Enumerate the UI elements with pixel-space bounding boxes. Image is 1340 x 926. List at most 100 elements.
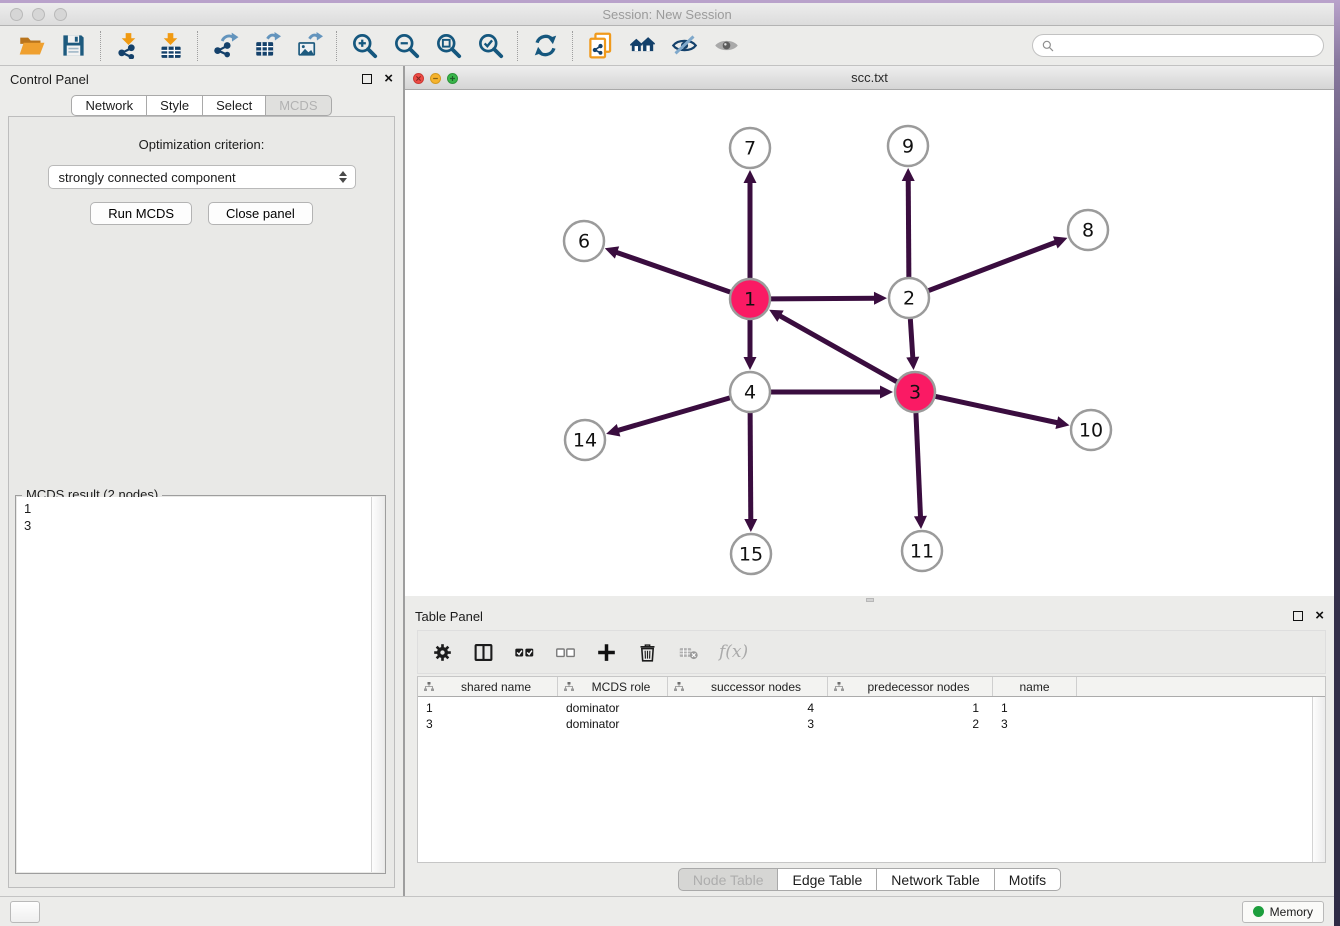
graph-node-14[interactable]: 14 — [565, 420, 605, 460]
tab-mcds[interactable]: MCDS — [265, 95, 331, 116]
float-panel-icon[interactable] — [362, 74, 372, 84]
column-header-mcds-role[interactable]: MCDS role — [558, 677, 668, 696]
show-hidden-button[interactable] — [705, 29, 747, 63]
network-overview-button[interactable] — [621, 29, 663, 63]
import-network-icon — [115, 32, 142, 59]
graph-edge-4-3[interactable] — [771, 386, 893, 399]
tab-network[interactable]: Network — [71, 95, 147, 116]
table-cell-predecessor-nodes: 1 — [828, 700, 993, 716]
close-panel-button[interactable]: Close panel — [208, 202, 313, 225]
column-header-name[interactable]: name — [993, 677, 1077, 696]
mcds-result-text: 13 — [17, 497, 384, 537]
control-panel-tabs: NetworkStyleSelectMCDS — [71, 95, 331, 116]
network-close-button[interactable] — [413, 73, 424, 84]
column-label: MCDS role — [575, 680, 667, 694]
graph-edge-1-6[interactable] — [605, 246, 730, 292]
tree-icon — [833, 681, 845, 693]
window-minimize-button[interactable] — [32, 8, 45, 21]
delete-column-button[interactable] — [637, 642, 658, 663]
close-panel-icon[interactable]: × — [384, 74, 393, 84]
duplicate-network-button[interactable] — [579, 29, 621, 63]
close-table-panel-icon[interactable]: × — [1315, 611, 1324, 621]
graph-node-6[interactable]: 6 — [564, 221, 604, 261]
import-table-icon — [157, 32, 184, 59]
open-session-button[interactable] — [10, 29, 52, 63]
add-column-button[interactable] — [596, 642, 617, 663]
table-scrollbar[interactable] — [1312, 697, 1325, 862]
table-cell-name: 1 — [993, 700, 1077, 716]
window-close-button[interactable] — [10, 8, 23, 21]
save-session-button[interactable] — [52, 29, 94, 63]
zoom-in-button[interactable] — [343, 29, 385, 63]
graph-node-8[interactable]: 8 — [1068, 210, 1108, 250]
column-header-successor-nodes[interactable]: successor nodes — [668, 677, 828, 696]
graph-node-11[interactable]: 11 — [902, 531, 942, 571]
column-header-predecessor-nodes[interactable]: predecessor nodes — [828, 677, 993, 696]
export-image-button[interactable] — [288, 29, 330, 63]
graph-node-7[interactable]: 7 — [730, 128, 770, 168]
tab-edge-table[interactable]: Edge Table — [777, 868, 877, 891]
optimization-select[interactable]: strongly connected component — [48, 165, 356, 189]
zoom-selected-button[interactable] — [469, 29, 511, 63]
control-panel: Control Panel × NetworkStyleSelectMCDS O… — [0, 66, 405, 896]
graph-edge-1-4[interactable] — [744, 320, 757, 370]
horizontal-splitter[interactable] — [405, 596, 1334, 603]
table-row[interactable]: 1dominator411 — [418, 700, 1325, 716]
table-panel: Table Panel × f(x) shared nameMCDS roles… — [405, 603, 1334, 896]
tab-select[interactable]: Select — [202, 95, 266, 116]
zoom-out-button[interactable] — [385, 29, 427, 63]
tab-motifs[interactable]: Motifs — [994, 868, 1061, 891]
network-canvas[interactable]: 7 9 6 8 1 2 4 3 14 10 15 11 — [405, 90, 1334, 596]
toolbar-buttons — [10, 26, 747, 65]
split-view-button[interactable] — [473, 642, 494, 663]
graph-edge-2-8[interactable] — [929, 236, 1068, 290]
fit-content-button[interactable] — [427, 29, 469, 63]
search-input[interactable] — [1032, 34, 1324, 57]
graph-node-1[interactable]: 1 — [730, 279, 770, 319]
tab-network-table[interactable]: Network Table — [876, 868, 994, 891]
tab-style[interactable]: Style — [146, 95, 203, 116]
graph-edge-3-11[interactable] — [914, 413, 927, 529]
network-zoom-button[interactable] — [447, 73, 458, 84]
graph-node-15[interactable]: 15 — [731, 534, 771, 574]
memory-label: Memory — [1270, 905, 1313, 919]
graph-node-4[interactable]: 4 — [730, 372, 770, 412]
task-history-button[interactable] — [10, 901, 40, 923]
export-table-button[interactable] — [246, 29, 288, 63]
fx-icon: f(x) — [719, 642, 748, 662]
import-table-button[interactable] — [149, 29, 191, 63]
graph-edge-2-9[interactable] — [902, 168, 915, 277]
result-scrollbar[interactable] — [371, 497, 384, 872]
search-input-field[interactable] — [1060, 39, 1296, 53]
control-panel-header: Control Panel × — [0, 66, 403, 92]
graph-edge-3-10[interactable] — [936, 396, 1070, 429]
graph-edge-2-3[interactable] — [906, 319, 919, 370]
column-header-shared-name[interactable]: shared name — [418, 677, 558, 696]
graph-node-2[interactable]: 2 — [889, 278, 929, 318]
hide-selected-button[interactable] — [663, 29, 705, 63]
network-minimize-button[interactable] — [430, 73, 441, 84]
tab-node-table[interactable]: Node Table — [678, 868, 779, 891]
show-all-columns-button[interactable] — [514, 642, 535, 663]
import-network-button[interactable] — [107, 29, 149, 63]
table-settings-button[interactable] — [432, 642, 453, 663]
table-row[interactable]: 3dominator323 — [418, 716, 1325, 732]
export-image-icon — [296, 32, 323, 59]
window-zoom-button[interactable] — [54, 8, 67, 21]
export-network-button[interactable] — [204, 29, 246, 63]
graph-node-3[interactable]: 3 — [895, 372, 935, 412]
graph-edge-4-15[interactable] — [744, 413, 757, 532]
graph-node-10[interactable]: 10 — [1071, 410, 1111, 450]
graph-edge-1-2[interactable] — [771, 292, 887, 305]
refresh-view-button[interactable] — [524, 29, 566, 63]
run-mcds-button[interactable]: Run MCDS — [90, 202, 192, 225]
svg-text:15: 15 — [739, 544, 763, 566]
graph-edge-4-14[interactable] — [606, 398, 730, 437]
hide-all-columns-button[interactable] — [555, 642, 576, 663]
memory-button[interactable]: Memory — [1242, 901, 1324, 923]
graph-edge-1-7[interactable] — [744, 170, 757, 278]
graph-node-9[interactable]: 9 — [888, 126, 928, 166]
float-table-panel-icon[interactable] — [1293, 611, 1303, 621]
mcds-result-area[interactable]: 13 — [17, 497, 384, 872]
graph-edge-3-1[interactable] — [769, 310, 897, 382]
